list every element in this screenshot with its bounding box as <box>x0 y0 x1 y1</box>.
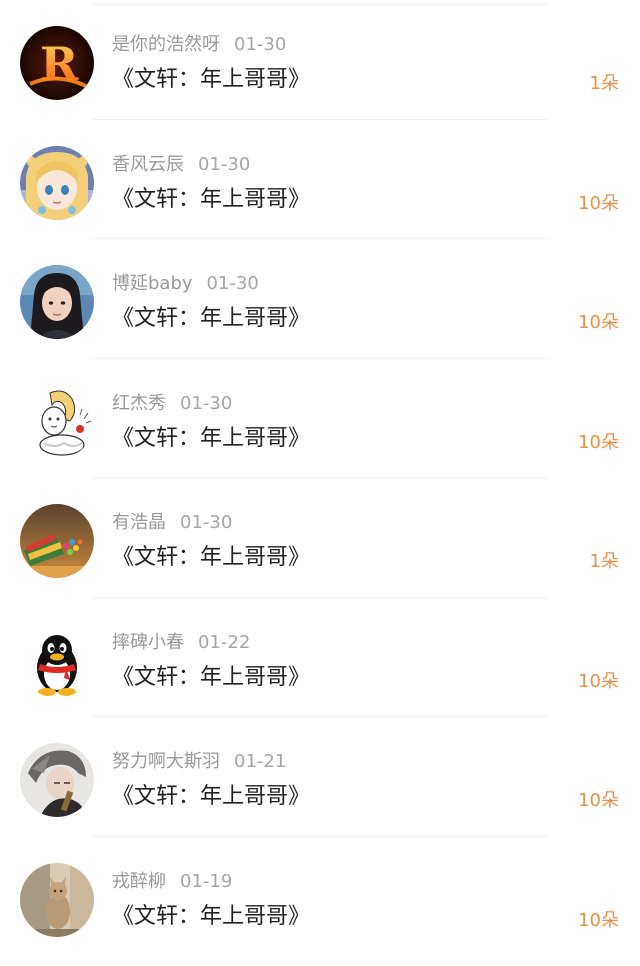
user-meta: 红杰秀 01-30 <box>112 392 232 416</box>
username[interactable]: 有浩晶 <box>112 512 166 533</box>
username[interactable]: 戎醉柳 <box>112 871 166 892</box>
username[interactable]: 红杰秀 <box>112 393 166 414</box>
flower-amount: 10朵 <box>578 431 619 453</box>
flower-amount: 10朵 <box>578 909 619 931</box>
date: 01-21 <box>234 751 287 772</box>
book-title[interactable]: 《文轩：年上哥哥》 <box>112 543 310 573</box>
anime-man-avatar[interactable] <box>20 743 94 817</box>
date: 01-22 <box>198 631 251 653</box>
book-title[interactable]: 《文轩：年上哥哥》 <box>112 663 310 693</box>
flower-amount: 1朵 <box>589 551 619 572</box>
user-meta: 是你的浩然呀 01-30 <box>112 33 286 57</box>
book-title[interactable]: 《文轩：年上哥哥》 <box>112 185 310 215</box>
flower-amount: 10朵 <box>578 312 619 333</box>
fire-letter-r-avatar[interactable]: R <box>20 26 94 100</box>
username[interactable]: 是你的浩然呀 <box>112 34 220 55</box>
list-item[interactable]: 有浩晶 01-30 《文轩：年上哥哥》 1朵 <box>0 478 640 598</box>
candy-jar-avatar[interactable] <box>20 504 94 578</box>
list-item[interactable]: 摔碑小春 01-22 《文轩：年上哥哥》 10朵 <box>0 598 640 717</box>
username[interactable]: 香风云辰 <box>112 154 184 175</box>
username[interactable]: 摔碑小春 <box>112 632 184 653</box>
cartoon-character-avatar[interactable] <box>20 384 94 459</box>
book-title[interactable]: 《文轩：年上哥哥》 <box>112 902 310 932</box>
book-title[interactable]: 《文轩：年上哥哥》 <box>112 424 310 454</box>
list-item[interactable]: 香风云辰 01-30 《文轩：年上哥哥》 10朵 <box>0 120 640 239</box>
user-meta: 博延baby 01-30 <box>112 272 259 296</box>
book-title[interactable]: 《文轩：年上哥哥》 <box>112 304 310 334</box>
date: 01-30 <box>206 273 259 294</box>
date: 01-30 <box>180 512 233 533</box>
flower-amount: 1朵 <box>589 73 619 94</box>
user-meta: 努力啊大斯羽 01-21 <box>112 750 286 774</box>
user-meta: 摔碑小春 01-22 <box>112 631 250 655</box>
list-item[interactable]: 博延baby 01-30 《文轩：年上哥哥》 10朵 <box>0 239 640 359</box>
date: 01-30 <box>180 392 233 414</box>
user-meta: 香风云辰 01-30 <box>112 153 250 177</box>
book-title[interactable]: 《文轩：年上哥哥》 <box>112 782 310 812</box>
date: 01-30 <box>234 34 287 55</box>
list-item[interactable]: 努力啊大斯羽 01-21 《文轩：年上哥哥》 10朵 <box>0 717 640 837</box>
flower-amount: 10朵 <box>578 790 619 811</box>
date: 01-19 <box>180 870 233 892</box>
anime-girl-avatar[interactable] <box>20 145 94 220</box>
photo-girl-avatar[interactable] <box>20 265 94 339</box>
flower-amount: 10朵 <box>578 192 619 214</box>
list-item[interactable]: 戎醉柳 01-19 《文轩：年上哥哥》 10朵 <box>0 837 640 957</box>
cat-photo-avatar[interactable] <box>20 862 94 937</box>
username[interactable]: 博延baby <box>112 273 193 294</box>
list-item[interactable]: 红杰秀 01-30 《文轩：年上哥哥》 10朵 <box>0 359 640 478</box>
user-meta: 有浩晶 01-30 <box>112 511 232 535</box>
book-title[interactable]: 《文轩：年上哥哥》 <box>112 65 310 95</box>
username[interactable]: 努力啊大斯羽 <box>112 751 220 772</box>
qq-penguin-avatar[interactable] <box>20 623 94 698</box>
list-item[interactable]: R 是你的浩然呀 01-30 《文轩：年上哥哥》 1朵 <box>0 0 640 120</box>
user-meta: 戎醉柳 01-19 <box>112 870 232 894</box>
date: 01-30 <box>198 153 251 175</box>
flower-amount: 10朵 <box>578 670 619 692</box>
